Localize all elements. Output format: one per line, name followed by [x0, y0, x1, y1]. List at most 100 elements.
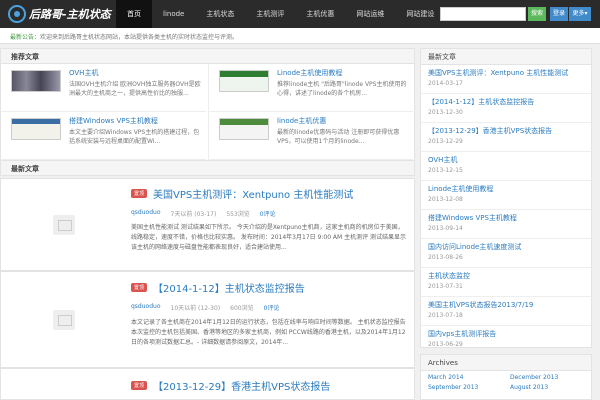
recent-post-title[interactable]: 搭建Windows VPS主机教程	[428, 213, 584, 223]
post-title[interactable]: 【2014-1-12】主机状态监控报告	[153, 280, 305, 295]
image-placeholder-icon[interactable]	[53, 310, 75, 330]
nav-item-ops[interactable]: 网站运维	[345, 0, 395, 28]
archive-link[interactable]: March 2014	[428, 374, 510, 381]
nav-item-build[interactable]: 网站建设	[395, 0, 445, 28]
post-comments[interactable]: 0评论	[260, 209, 276, 218]
archive-link[interactable]: September 2013	[428, 384, 510, 391]
featured-thumbnail[interactable]	[219, 70, 269, 92]
recent-post-title[interactable]: 国内vps主机测评报告	[428, 329, 584, 339]
main-nav: 首页 linode 主机状态 主机测评 主机优惠 网站运维 网站建设	[116, 0, 445, 28]
recent-post-title[interactable]: 美国VPS主机测评：Xentpuno 主机性能测试	[428, 68, 584, 78]
image-placeholder-icon[interactable]	[53, 215, 75, 235]
nav-item-deals[interactable]: 主机优惠	[295, 0, 345, 28]
site-logo[interactable]: 后路哥-主机状态	[8, 3, 118, 25]
post-list: 置顶 美国VPS主机测评：Xentpuno 主机性能测试 qsduoduo 7天…	[0, 178, 415, 400]
recent-post-item[interactable]: Linode主机使用教程 2013-12-08	[421, 181, 591, 210]
recent-post-date: 2013-07-31	[428, 283, 463, 290]
archives-heading: Archives	[421, 355, 591, 371]
recent-post-date: 2013-12-30	[428, 109, 463, 116]
post-title[interactable]: 美国VPS主机测评：Xentpuno 主机性能测试	[153, 186, 353, 201]
nav-item-status[interactable]: 主机状态	[195, 0, 245, 28]
recent-post-item[interactable]: 国内vps主机测评报告 2013-06-29	[421, 326, 591, 355]
recent-post-title[interactable]: 【2014-1-12】主机状态监控报告	[428, 97, 584, 107]
post-item: 置顶 美国VPS主机测评：Xentpuno 主机性能测试 qsduoduo 7天…	[0, 178, 415, 271]
featured-title[interactable]: linode主机优惠	[277, 116, 326, 126]
search-button[interactable]: 搜索	[528, 7, 546, 21]
post-author[interactable]: qsduoduo	[131, 209, 161, 218]
sticky-badge: 置顶	[131, 283, 148, 292]
post-excerpt: 美国主机性能测试 测试结果如下所示。 今天介绍的是Xentpuno主机商，这家主…	[131, 224, 406, 251]
featured-item[interactable]: linode主机优惠 最新的linode优惠码与活动 注册即可获得优惠VPS，可…	[208, 112, 413, 160]
post-meta: qsduoduo 10天以前 (12-30) 600浏览 0评论	[131, 303, 279, 312]
recent-post-date: 2013-06-29	[428, 341, 463, 348]
recent-post-item[interactable]: 搭建Windows VPS主机教程 2013-09-14	[421, 210, 591, 239]
recent-post-item[interactable]: 国内访问Linode主机速度测试 2013-08-26	[421, 239, 591, 268]
latest-posts-heading: 最新文章	[0, 160, 415, 176]
main-column: 推荐文章 OVH主机 法国OVH主机介绍 欧洲OVH独立服务器OVH是欧洲最大的…	[0, 48, 415, 400]
recent-post-title[interactable]: 美国主机VPS状态报告2013/7/19	[428, 300, 584, 310]
featured-desc: 本文主要介绍Windows VPS主机的搭建过程，包括系统安装与远程桌面的配置W…	[69, 129, 200, 145]
recent-post-item[interactable]: 【2014-1-12】主机状态监控报告 2013-12-30	[421, 94, 591, 123]
featured-desc: 最新的linode优惠码与活动 注册即可获得优惠VPS，可以使用1个月的lino…	[277, 129, 400, 145]
post-comments[interactable]: 0评论	[264, 303, 280, 312]
archive-link[interactable]: December 2013	[510, 374, 592, 381]
recent-post-title[interactable]: 【2013-12-29】香港主机VPS状态报告	[428, 126, 584, 136]
notice-message[interactable]: 欢迎来到后路哥主机状态网站，本站提供各类主机的实时状态监控与评测。	[40, 34, 238, 41]
post-views: 553浏览	[226, 211, 250, 218]
notice-text: 最新公告：欢迎来到后路哥主机状态网站，本站提供各类主机的实时状态监控与评测。	[10, 32, 238, 41]
featured-thumbnail[interactable]	[219, 118, 269, 140]
logo-text: 后路哥-主机状态	[29, 8, 111, 21]
more-dropdown-button[interactable]: 更多▾	[569, 7, 591, 21]
post-date: 7天以前 (03-17)	[170, 211, 217, 218]
featured-item[interactable]: Linode主机使用教程 推荐linode主机 "后路哥"linode VPS主…	[208, 64, 413, 112]
recent-post-item[interactable]: 美国VPS主机测评：Xentpuno 主机性能测试 2014-03-17	[421, 65, 591, 94]
recent-post-date: 2013-08-26	[428, 254, 463, 261]
archive-link[interactable]: August 2013	[510, 384, 592, 391]
more-label: 更多	[572, 10, 585, 17]
recent-post-date: 2013-12-08	[428, 196, 463, 203]
recent-posts-widget: 最新文章 美国VPS主机测评：Xentpuno 主机性能测试 2014-03-17…	[420, 48, 592, 348]
recent-post-title[interactable]: OVH主机	[428, 155, 584, 165]
login-button[interactable]: 登录	[550, 7, 568, 21]
recent-post-item[interactable]: 美国主机VPS状态报告2013/7/19 2013-07-18	[421, 297, 591, 326]
post-author[interactable]: qsduoduo	[131, 303, 161, 312]
recent-post-date: 2013-07-18	[428, 312, 463, 319]
notice-bar: 最新公告：欢迎来到后路哥主机状态网站，本站提供各类主机的实时状态监控与评测。	[0, 28, 600, 44]
post-date: 10天以前 (12-30)	[170, 305, 221, 312]
recent-post-title[interactable]: 主机状态监控	[428, 271, 584, 281]
recent-post-title[interactable]: Linode主机使用教程	[428, 184, 584, 194]
featured-heading: 推荐文章	[0, 48, 415, 64]
sidebar: 最新文章 美国VPS主机测评：Xentpuno 主机性能测试 2014-03-17…	[420, 48, 592, 400]
post-meta: qsduoduo 7天以前 (03-17) 553浏览 0评论	[131, 209, 276, 218]
recent-post-date: 2013-12-15	[428, 167, 463, 174]
logo-icon	[8, 5, 26, 23]
archives-list: March 2014 December 2013 September 2013 …	[421, 371, 591, 394]
notice-highlight: 最新公告：	[10, 34, 41, 41]
sticky-badge: 置顶	[131, 381, 148, 390]
featured-title[interactable]: Linode主机使用教程	[277, 68, 342, 78]
archives-widget: Archives March 2014 December 2013 Septem…	[420, 354, 592, 400]
post-excerpt: 本文记录了各主机商在2014年1月12日的运行状态，包括在线率与响应时间等数据。…	[131, 319, 406, 346]
caret-down-icon: ▾	[584, 10, 588, 17]
top-navbar: 后路哥-主机状态 首页 linode 主机状态 主机测评 主机优惠 网站运维 网…	[0, 0, 600, 28]
recent-post-item[interactable]: 【2013-12-29】香港主机VPS状态报告 2013-12-29	[421, 123, 591, 152]
featured-title[interactable]: 搭建Windows VPS主机教程	[69, 116, 158, 126]
featured-thumbnail[interactable]	[11, 70, 61, 92]
nav-item-home[interactable]: 首页	[116, 0, 152, 28]
featured-item[interactable]: 搭建Windows VPS主机教程 本文主要介绍Windows VPS主机的搭建…	[1, 112, 206, 160]
recent-post-title[interactable]: 国内访问Linode主机速度测试	[428, 242, 584, 252]
recent-post-date: 2013-12-29	[428, 138, 463, 145]
sticky-badge: 置顶	[131, 189, 148, 198]
post-title[interactable]: 【2013-12-29】香港主机VPS状态报告	[153, 378, 330, 393]
featured-posts: OVH主机 法国OVH主机介绍 欧洲OVH独立服务器OVH是欧洲最大的主机商之一…	[0, 64, 415, 160]
recent-post-item[interactable]: 主机状态监控 2013-07-31	[421, 268, 591, 297]
recent-post-date: 2013-09-14	[428, 225, 463, 232]
nav-item-review[interactable]: 主机测评	[245, 0, 295, 28]
featured-item[interactable]: OVH主机 法国OVH主机介绍 欧洲OVH独立服务器OVH是欧洲最大的主机商之一…	[1, 64, 206, 112]
featured-desc: 推荐linode主机 "后路哥"linode VPS主机使用的心得，讲述了lin…	[277, 81, 407, 97]
recent-post-item[interactable]: OVH主机 2013-12-15	[421, 152, 591, 181]
nav-item-linode[interactable]: linode	[152, 0, 195, 28]
search-input[interactable]	[440, 7, 526, 21]
featured-title[interactable]: OVH主机	[69, 68, 98, 78]
featured-thumbnail[interactable]	[11, 118, 61, 140]
